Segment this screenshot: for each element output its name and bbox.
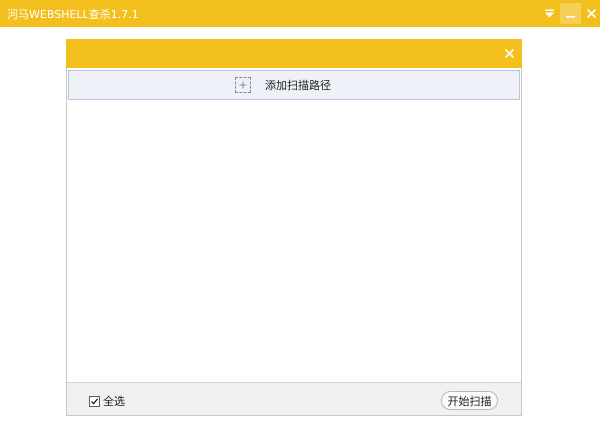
add-scan-path-button[interactable]: 添加扫描路径 — [68, 70, 520, 100]
menu-button[interactable] — [539, 3, 560, 24]
scan-path-dialog: 添加扫描路径 全选 开始扫描 — [66, 39, 522, 416]
select-all-checkbox[interactable]: 全选 — [89, 393, 125, 409]
scan-path-list[interactable] — [68, 100, 520, 382]
plus-icon — [235, 77, 251, 93]
minimize-icon — [566, 16, 575, 18]
select-all-label: 全选 — [103, 395, 125, 408]
close-icon — [504, 48, 514, 58]
checkbox-checked-icon — [89, 395, 100, 407]
add-scan-path-label: 添加扫描路径 — [265, 79, 331, 92]
title-bar: 河马WEBSHELL查杀1.7.1 — [0, 0, 600, 27]
minimize-button[interactable] — [560, 3, 581, 24]
dialog-header — [66, 39, 522, 68]
menu-icon — [545, 9, 554, 18]
dialog-close-button[interactable] — [500, 44, 518, 62]
start-scan-button[interactable]: 开始扫描 — [441, 391, 498, 410]
window-close-button[interactable] — [581, 3, 600, 24]
window-title: 河马WEBSHELL查杀1.7.1 — [7, 8, 139, 21]
dialog-footer: 全选 开始扫描 — [67, 382, 521, 415]
close-icon — [586, 8, 597, 19]
